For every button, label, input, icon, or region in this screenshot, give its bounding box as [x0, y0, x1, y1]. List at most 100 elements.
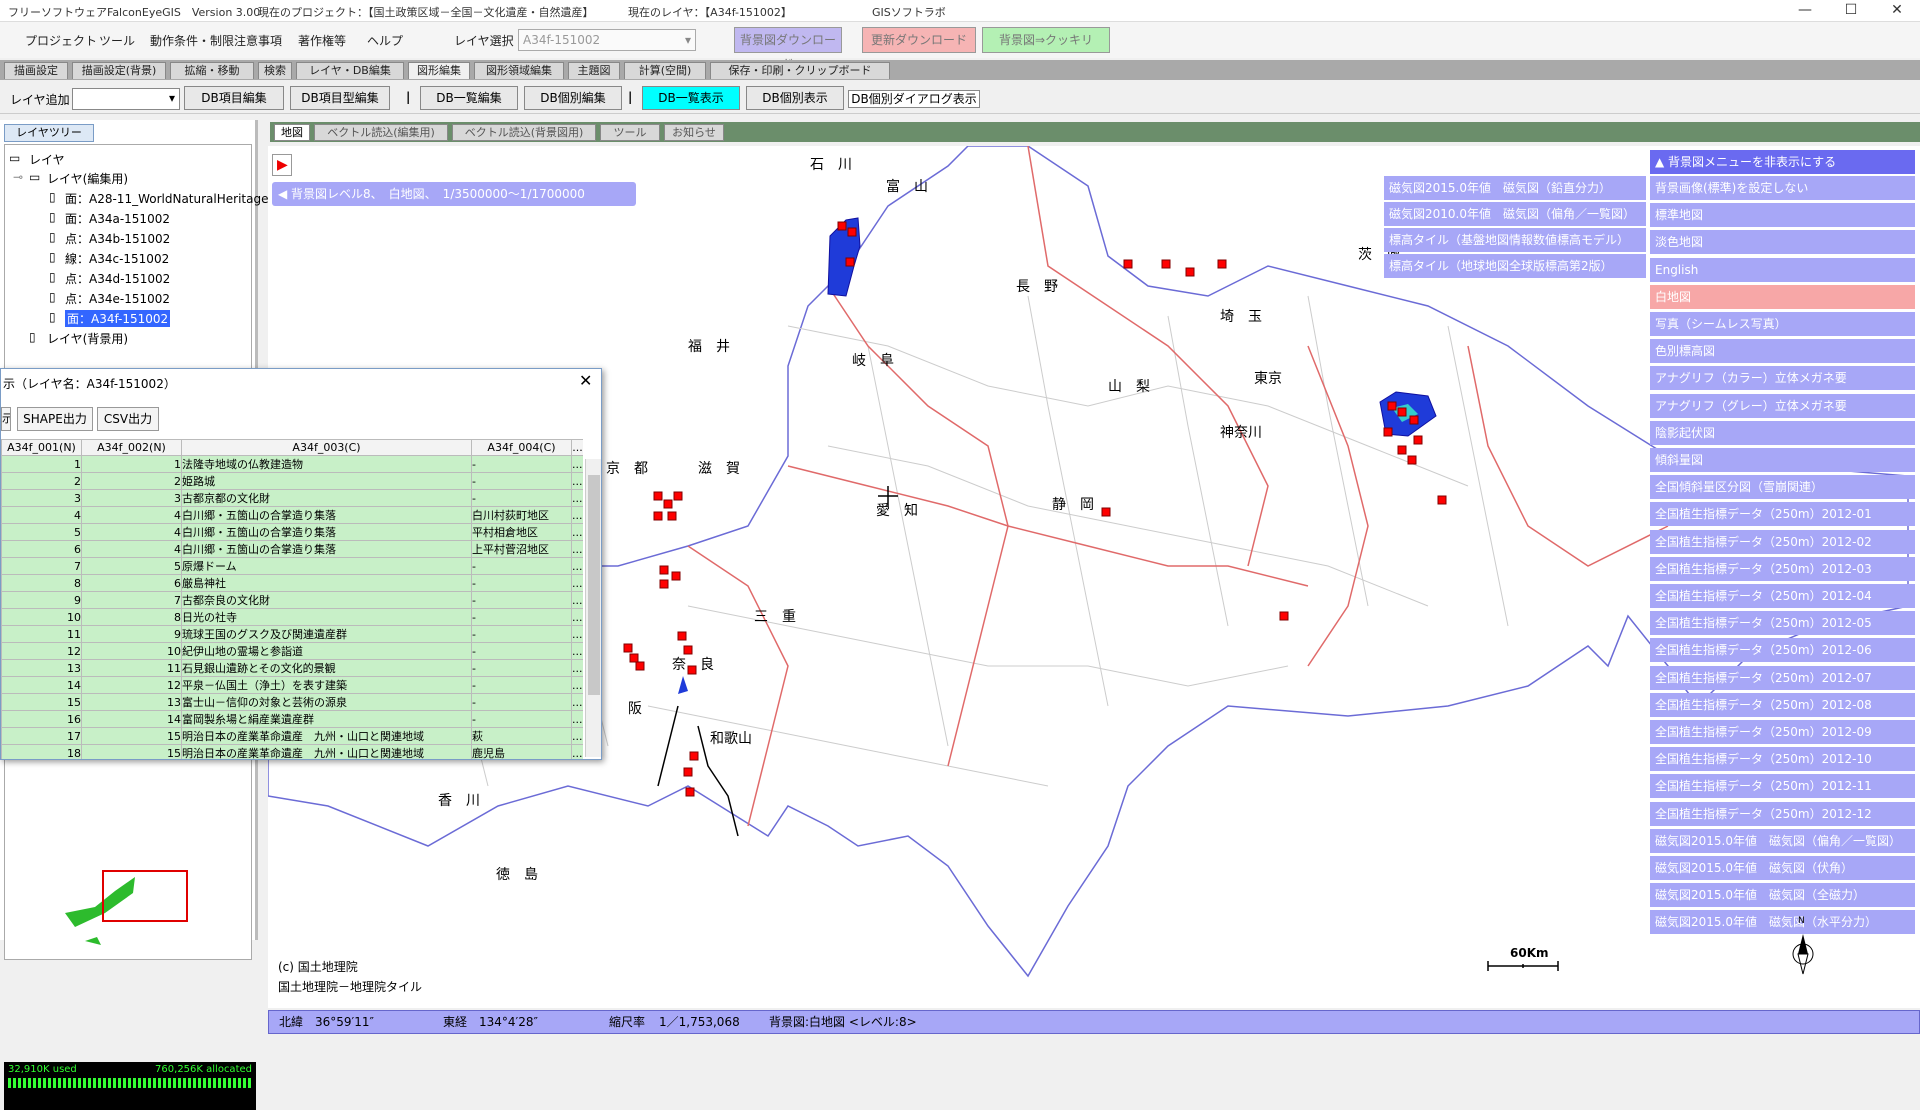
table-cell[interactable]: 12 [81, 676, 182, 694]
table-row[interactable]: 8 6 厳島神社 -... [1, 574, 583, 592]
col-header[interactable]: A34f_002(N) [81, 439, 182, 456]
table-cell[interactable]: - [471, 472, 572, 490]
table-cell[interactable]: 4 [81, 523, 182, 541]
table-row[interactable]: 6 4 白川郷・五箇山の合掌造り集落 上平村菅沼地区... [1, 540, 583, 558]
bg-menu-item[interactable]: 背景画像(標準)を設定しない [1650, 176, 1915, 200]
tree-item[interactable]: 面：A28-11_WorldNaturalHeritage [65, 190, 268, 207]
menu-project[interactable]: プロジェクト [25, 32, 97, 49]
table-row[interactable]: 16 14 富岡製糸場と絹産業遺産群 -... [1, 710, 583, 728]
bg-menu-item[interactable]: 色別標高図 [1650, 339, 1915, 364]
row-more[interactable]: ... [571, 574, 583, 592]
table-cell[interactable]: 16 [1, 710, 82, 728]
cut-button[interactable]: 示 [1, 407, 11, 431]
tree-root[interactable]: レイヤ [29, 151, 65, 168]
table-cell[interactable]: 10 [1, 608, 82, 626]
table-cell[interactable]: 12 [1, 642, 82, 660]
tab-tools[interactable]: ツール [600, 124, 660, 141]
menu-copyright[interactable]: 著作権等 [298, 32, 346, 49]
bg-menu-extra[interactable]: 標高タイル（基盤地図情報数値標高モデル） [1384, 228, 1646, 252]
table-cell[interactable]: 5 [81, 557, 182, 575]
bg-menu-item[interactable]: 全国植生指標データ（250m）2012-05 [1650, 611, 1915, 636]
table-cell[interactable]: 法隆寺地域の仏教建造物 [181, 455, 472, 473]
tab-layer-db-edit[interactable]: レイヤ・DB編集 [296, 62, 404, 79]
col-more[interactable]: ... [571, 439, 583, 456]
row-more[interactable]: ... [571, 540, 583, 558]
bg-menu-item[interactable]: 磁気図2015.0年値 磁気図（伏角） [1650, 856, 1915, 880]
row-more[interactable]: ... [571, 472, 583, 490]
close-icon[interactable]: ✕ [579, 371, 592, 390]
bg-menu-item[interactable]: 標準地図 [1650, 203, 1915, 228]
db-single-show-button[interactable]: DB個別表示 [746, 86, 844, 110]
tab-vector-load-edit[interactable]: ベクトル読込(編集用) [314, 124, 448, 141]
table-cell[interactable]: 8 [1, 574, 82, 592]
table-row[interactable]: 4 4 白川郷・五箇山の合掌造り集落 白川村荻町地区... [1, 506, 583, 524]
bg-download-button[interactable]: 背景図ダウンロード [734, 27, 842, 71]
table-row[interactable]: 2 2 姫路城 -... [1, 472, 583, 490]
db-list-edit-button[interactable]: DB一覧編集 [420, 86, 518, 110]
table-cell[interactable]: 14 [81, 710, 182, 728]
hide-bg-menu-button[interactable]: ▲ 背景図メニューを非表示にする [1650, 150, 1915, 174]
row-more[interactable]: ... [571, 455, 583, 473]
bg-menu-item[interactable]: 磁気図2015.0年値 磁気図（偏角／一覧図） [1650, 828, 1915, 853]
menu-conditions[interactable]: 動作条件・制限注意事項 [150, 32, 282, 49]
table-row[interactable]: 14 12 平泉－仏国土（浄土）を表す建築 -... [1, 676, 583, 694]
table-cell[interactable]: 白川郷・五箇山の合掌造り集落 [181, 540, 472, 558]
minimize-icon[interactable]: — [1782, 0, 1828, 22]
table-cell[interactable]: 15 [81, 744, 182, 759]
table-cell[interactable]: 4 [1, 506, 82, 524]
tab-theme-map[interactable]: 主題図 [568, 62, 620, 79]
table-row[interactable]: 17 15 明治日本の産業革命遺産 九州・山口と関連地域萩... [1, 727, 583, 745]
tab-spatial-calc[interactable]: 計算(空間) [624, 62, 706, 79]
table-cell[interactable]: - [471, 574, 572, 592]
bg-menu-item[interactable]: 全国傾斜量区分図（雪崩関連） [1650, 475, 1915, 500]
table-cell[interactable]: 13 [1, 659, 82, 677]
table-cell[interactable]: 鹿児島 [471, 744, 572, 759]
table-cell[interactable]: 姫路城 [181, 472, 472, 490]
table-cell[interactable]: 4 [81, 540, 182, 558]
shape-export-button[interactable]: SHAPE出力 [17, 407, 93, 431]
table-cell[interactable]: 2 [81, 472, 182, 490]
row-more[interactable]: ... [571, 557, 583, 575]
table-cell[interactable]: 上平村菅沼地区 [471, 540, 572, 558]
db-item-type-edit-button[interactable]: DB項目型編集 [290, 86, 390, 110]
table-row[interactable]: 11 9 琉球王国のグスク及び関連遺産群 -... [1, 625, 583, 643]
table-row[interactable]: 7 5 原爆ドーム -... [1, 557, 583, 575]
bg-menu-item[interactable]: 全国植生指標データ（250m）2012-12 [1650, 801, 1915, 826]
table-cell[interactable]: 8 [81, 608, 182, 626]
row-more[interactable]: ... [571, 727, 583, 745]
tab-save-print[interactable]: 保存・印刷・クリップボード [710, 62, 890, 79]
table-cell[interactable]: - [471, 455, 572, 473]
table-cell[interactable]: 日光の社寺 [181, 608, 472, 626]
table-cell[interactable]: 6 [1, 540, 82, 558]
table-cell[interactable]: 古都京都の文化財 [181, 489, 472, 507]
table-cell[interactable]: - [471, 557, 572, 575]
table-cell[interactable]: - [471, 608, 572, 626]
bg-menu-item[interactable]: 陰影起伏図 [1650, 420, 1915, 445]
table-cell[interactable]: 6 [81, 574, 182, 592]
table-cell[interactable]: - [471, 710, 572, 728]
update-download-button[interactable]: 更新ダウンロード [862, 27, 976, 53]
table-cell[interactable]: - [471, 591, 572, 609]
tab-draw-settings-bg[interactable]: 描画設定(背景) [72, 62, 166, 79]
table-cell[interactable]: 5 [1, 523, 82, 541]
table-cell[interactable]: 7 [81, 591, 182, 609]
table-cell[interactable]: - [471, 642, 572, 660]
table-row[interactable]: 5 4 白川郷・五箇山の合掌造り集落 平村相倉地区... [1, 523, 583, 541]
tab-zoom-move[interactable]: 拡縮・移動 [170, 62, 254, 79]
bg-level-bar[interactable]: ◀ 背景図レベル8、 白地図、 1/3500000～1/1700000 [272, 182, 636, 206]
table-row[interactable]: 12 10 紀伊山地の霊場と参詣道 -... [1, 642, 583, 660]
table-row[interactable]: 3 3 古都京都の文化財 -... [1, 489, 583, 507]
row-more[interactable]: ... [571, 693, 583, 711]
scrollbar-thumb[interactable] [588, 475, 600, 695]
overview-map[interactable] [4, 740, 252, 960]
table-cell[interactable]: 18 [1, 744, 82, 759]
table-cell[interactable]: 白川村荻町地区 [471, 506, 572, 524]
table-cell[interactable]: 10 [81, 642, 182, 660]
bg-menu-item[interactable]: 全国植生指標データ（250m）2012-07 [1650, 665, 1915, 690]
bg-menu-item[interactable]: 全国植生指標データ（250m）2012-08 [1650, 692, 1915, 717]
table-cell[interactable]: 石見銀山遺跡とその文化的景観 [181, 659, 472, 677]
table-row[interactable]: 1 1 法隆寺地域の仏教建造物 -... [1, 455, 583, 473]
table-cell[interactable]: 14 [1, 676, 82, 694]
bg-menu-item[interactable]: 全国植生指標データ（250m）2012-11 [1650, 774, 1915, 799]
bg-menu-item[interactable]: 全国植生指標データ（250m）2012-03 [1650, 556, 1915, 581]
